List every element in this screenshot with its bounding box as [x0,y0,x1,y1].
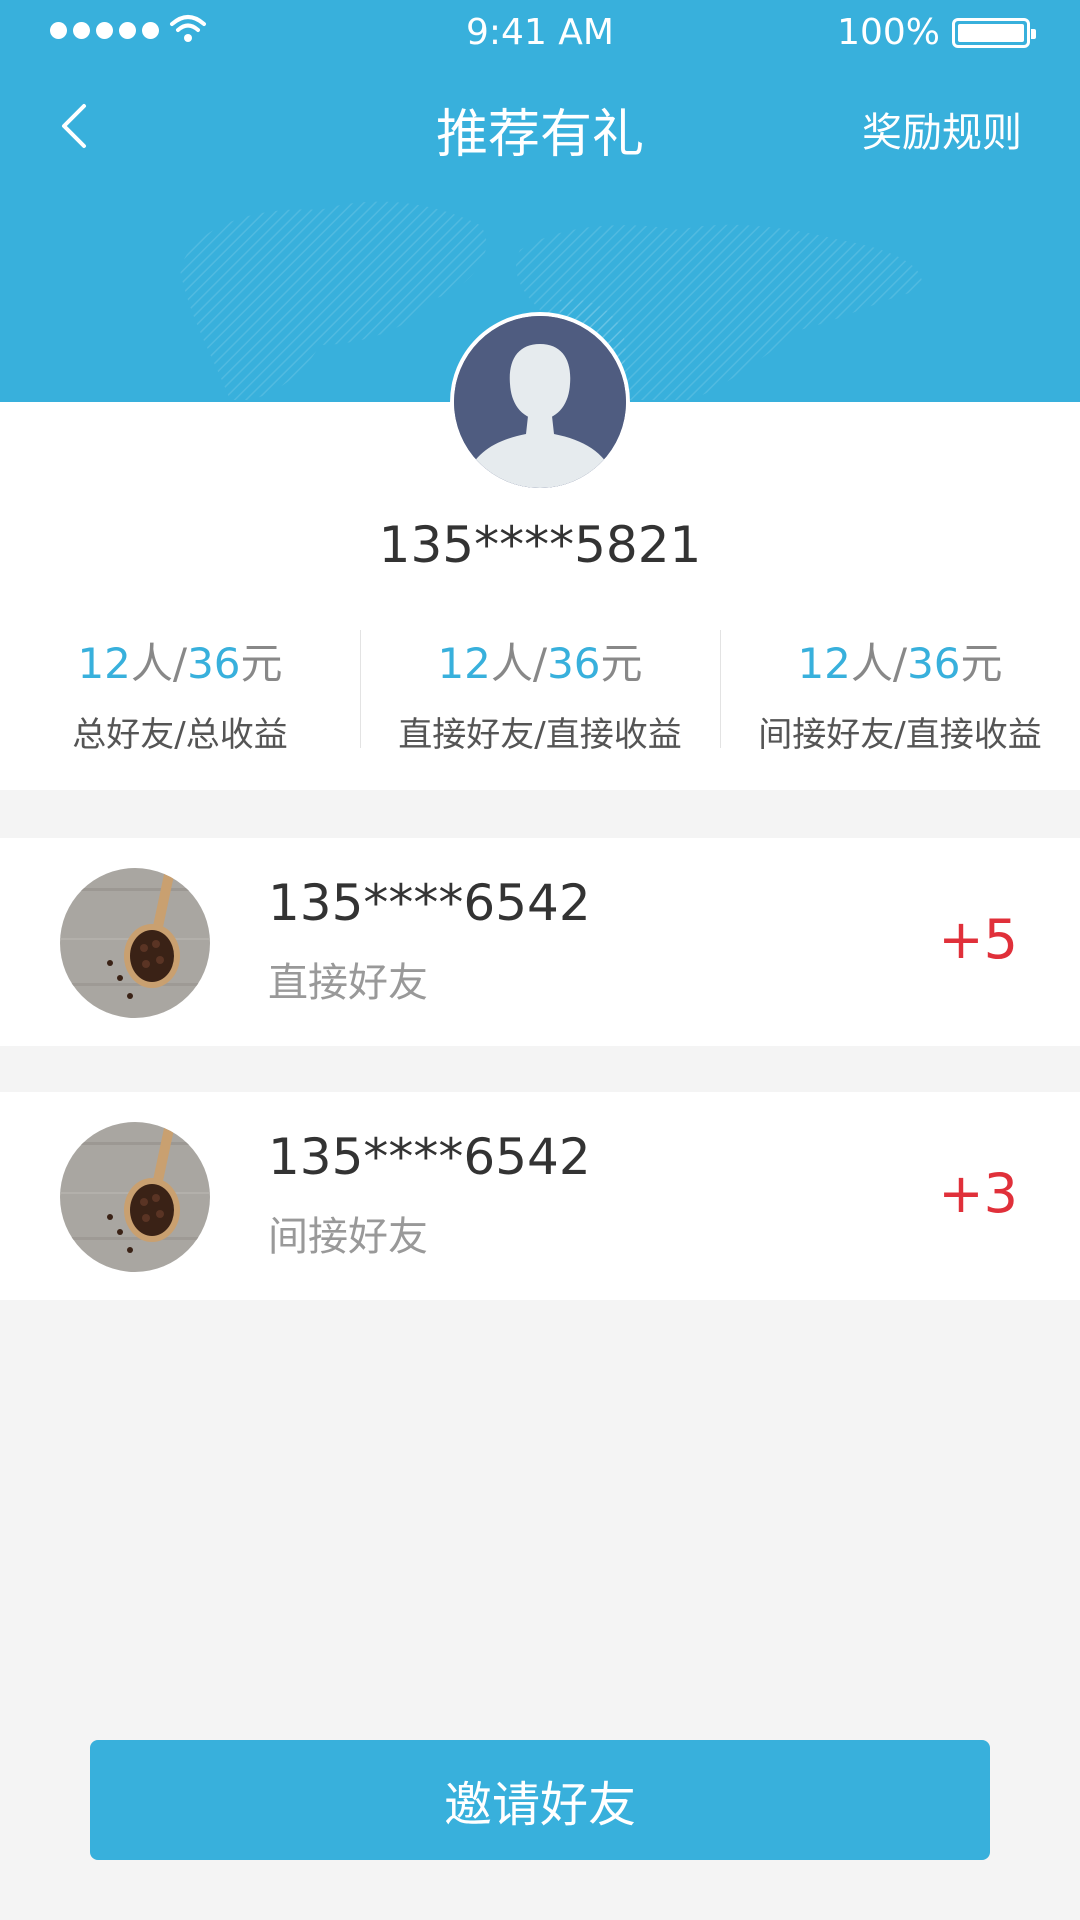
stat-label: 间接好友/直接收益 [758,715,1042,755]
avatar [450,312,630,492]
stat-value: 12人/36元 [437,639,643,688]
stats-row: 12人/36元 总好友/总收益 12人/36元 直接好友/直接收益 12人/36… [0,626,1080,755]
user-phone: 135****5821 [378,516,702,574]
stat-value: 12人/36元 [797,639,1003,688]
friend-type: 直接好友 [268,960,428,1006]
friend-avatar [60,1122,210,1272]
battery-icon [952,18,1036,48]
status-bar: 9:41 AM 100% [0,0,1080,68]
stat-indirect: 12人/36元 间接好友/直接收益 [720,626,1080,755]
stat-direct: 12人/36元 直接好友/直接收益 [360,626,720,755]
friend-points: +5 [938,908,1018,971]
battery-percentage: 100% [837,12,940,53]
friend-phone: 135****6542 [268,874,591,932]
friend-list-item[interactable]: 135****6542 间接好友 +3 [0,1092,1080,1300]
friend-phone: 135****6542 [268,1128,591,1186]
user-silhouette-icon [454,316,626,488]
reward-rules-link[interactable]: 奖励规则 [862,100,1022,158]
friend-points: +3 [938,1162,1018,1225]
friend-avatar [60,868,210,1018]
friend-list-item[interactable]: 135****6542 直接好友 +5 [0,838,1080,1046]
stat-value: 12人/36元 [77,639,283,688]
invite-friends-button[interactable]: 邀请好友 [90,1740,990,1860]
friend-type: 间接好友 [268,1214,428,1260]
stat-total: 12人/36元 总好友/总收益 [0,626,360,755]
chevron-left-icon[interactable] [48,96,98,156]
stat-label: 直接好友/直接收益 [398,715,682,755]
stat-label: 总好友/总收益 [72,715,288,755]
